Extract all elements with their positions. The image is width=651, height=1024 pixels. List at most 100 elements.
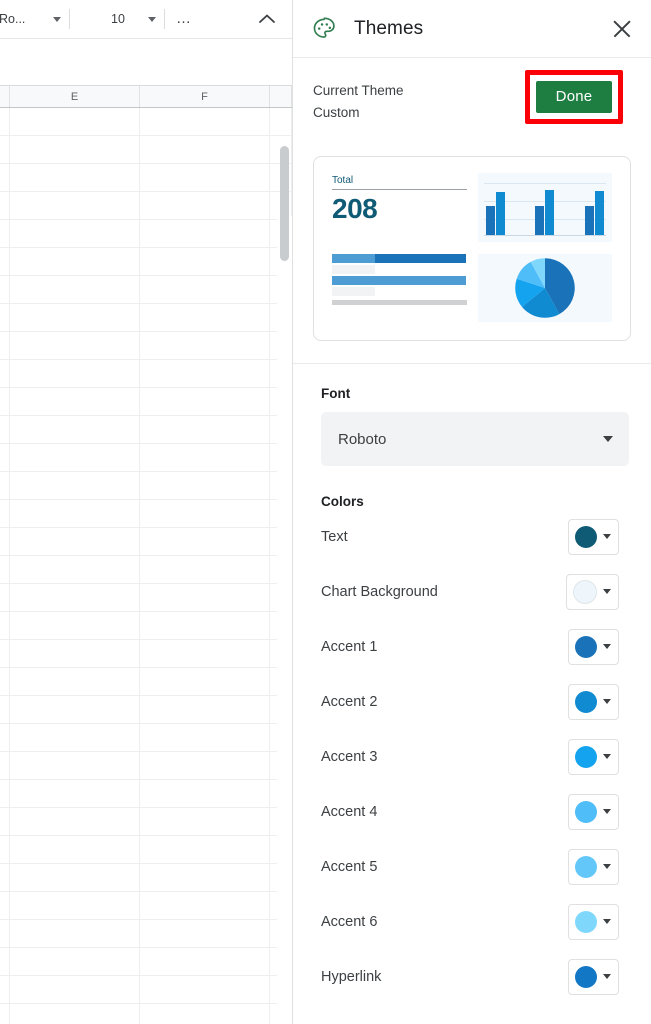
- font-family-selector[interactable]: Ro...: [0, 5, 66, 33]
- grid-row[interactable]: [0, 640, 292, 668]
- grid-cell[interactable]: [10, 584, 140, 611]
- grid-cell[interactable]: [140, 556, 270, 583]
- color-swatch-button[interactable]: [568, 683, 619, 720]
- grid-row[interactable]: [0, 332, 292, 360]
- grid-cell[interactable]: [0, 612, 10, 639]
- grid-cell[interactable]: [140, 416, 270, 443]
- grid-row[interactable]: [0, 472, 292, 500]
- grid-row[interactable]: [0, 696, 292, 724]
- grid-cell[interactable]: [0, 500, 10, 527]
- grid-cell[interactable]: [140, 668, 270, 695]
- grid-cell[interactable]: [0, 640, 10, 667]
- grid-row[interactable]: [0, 808, 292, 836]
- grid-row[interactable]: [0, 724, 292, 752]
- grid-cell[interactable]: [10, 696, 140, 723]
- column-header-partial-right[interactable]: [270, 86, 292, 107]
- grid-cell[interactable]: [0, 276, 10, 303]
- grid-cell[interactable]: [140, 808, 270, 835]
- grid-cell[interactable]: [10, 864, 140, 891]
- grid-cell[interactable]: [140, 528, 270, 555]
- grid-cell[interactable]: [270, 108, 292, 135]
- grid-cell[interactable]: [0, 332, 10, 359]
- grid-cell[interactable]: [10, 836, 140, 863]
- color-swatch-button[interactable]: [566, 573, 619, 610]
- column-header-partial-left[interactable]: [0, 86, 10, 107]
- grid-cell[interactable]: [140, 948, 270, 975]
- column-header-f[interactable]: F: [140, 86, 270, 107]
- grid-cell[interactable]: [10, 1004, 140, 1024]
- grid-cell[interactable]: [140, 892, 270, 919]
- grid-row[interactable]: [0, 136, 292, 164]
- grid-cell[interactable]: [10, 528, 140, 555]
- grid-cell[interactable]: [10, 556, 140, 583]
- grid-cell[interactable]: [10, 780, 140, 807]
- grid-cell[interactable]: [140, 108, 270, 135]
- grid-cell[interactable]: [140, 136, 270, 163]
- grid-cell[interactable]: [10, 500, 140, 527]
- grid-cell[interactable]: [0, 304, 10, 331]
- grid-cell[interactable]: [10, 640, 140, 667]
- grid-cell[interactable]: [10, 164, 140, 191]
- grid-row[interactable]: [0, 220, 292, 248]
- grid-cell[interactable]: [10, 276, 140, 303]
- grid-row[interactable]: [0, 500, 292, 528]
- grid-cell[interactable]: [10, 332, 140, 359]
- grid-cell[interactable]: [140, 584, 270, 611]
- grid-cell[interactable]: [10, 304, 140, 331]
- grid-cell[interactable]: [0, 164, 10, 191]
- grid-cell[interactable]: [10, 976, 140, 1003]
- grid-row[interactable]: [0, 920, 292, 948]
- grid-row[interactable]: [0, 1004, 292, 1024]
- grid-row[interactable]: [0, 836, 292, 864]
- grid-cell[interactable]: [0, 836, 10, 863]
- grid-cell[interactable]: [10, 136, 140, 163]
- grid-row[interactable]: [0, 864, 292, 892]
- grid-row[interactable]: [0, 948, 292, 976]
- grid-cell[interactable]: [0, 220, 10, 247]
- grid-cell[interactable]: [10, 192, 140, 219]
- grid-cell[interactable]: [10, 808, 140, 835]
- grid-row[interactable]: [0, 668, 292, 696]
- grid-cell[interactable]: [0, 444, 10, 471]
- column-header-e[interactable]: E: [10, 86, 140, 107]
- grid-cell[interactable]: [0, 416, 10, 443]
- color-swatch-button[interactable]: [568, 903, 619, 940]
- grid-row[interactable]: [0, 248, 292, 276]
- grid-cell[interactable]: [140, 276, 270, 303]
- theme-preview-card[interactable]: Total 208: [313, 156, 631, 341]
- grid-cell[interactable]: [140, 220, 270, 247]
- grid-cell[interactable]: [140, 696, 270, 723]
- grid-cell[interactable]: [140, 388, 270, 415]
- grid-row[interactable]: [0, 892, 292, 920]
- grid-cell[interactable]: [0, 724, 10, 751]
- grid-cell[interactable]: [0, 136, 10, 163]
- grid-cell[interactable]: [0, 584, 10, 611]
- grid-cell[interactable]: [140, 920, 270, 947]
- grid-cell[interactable]: [140, 864, 270, 891]
- grid-cell[interactable]: [140, 836, 270, 863]
- vertical-scroll-track[interactable]: [277, 216, 292, 1024]
- grid-row[interactable]: [0, 192, 292, 220]
- grid-cell[interactable]: [10, 948, 140, 975]
- formula-bar[interactable]: [0, 39, 292, 86]
- grid-cell[interactable]: [140, 1004, 270, 1024]
- grid-cell[interactable]: [0, 388, 10, 415]
- grid-cell[interactable]: [0, 696, 10, 723]
- grid-cell[interactable]: [140, 724, 270, 751]
- grid-cell[interactable]: [140, 192, 270, 219]
- grid-cell[interactable]: [140, 332, 270, 359]
- grid-cell[interactable]: [10, 416, 140, 443]
- grid-cell[interactable]: [140, 472, 270, 499]
- close-icon[interactable]: [609, 16, 635, 42]
- grid-cell[interactable]: [140, 360, 270, 387]
- color-swatch-button[interactable]: [568, 628, 619, 665]
- grid-cell[interactable]: [10, 752, 140, 779]
- grid-row[interactable]: [0, 416, 292, 444]
- grid-cell[interactable]: [140, 444, 270, 471]
- grid-cell[interactable]: [0, 192, 10, 219]
- vertical-scrollbar-thumb[interactable]: [280, 146, 289, 261]
- grid-row[interactable]: [0, 388, 292, 416]
- grid-cell[interactable]: [140, 640, 270, 667]
- grid-cell[interactable]: [140, 248, 270, 275]
- grid-row[interactable]: [0, 360, 292, 388]
